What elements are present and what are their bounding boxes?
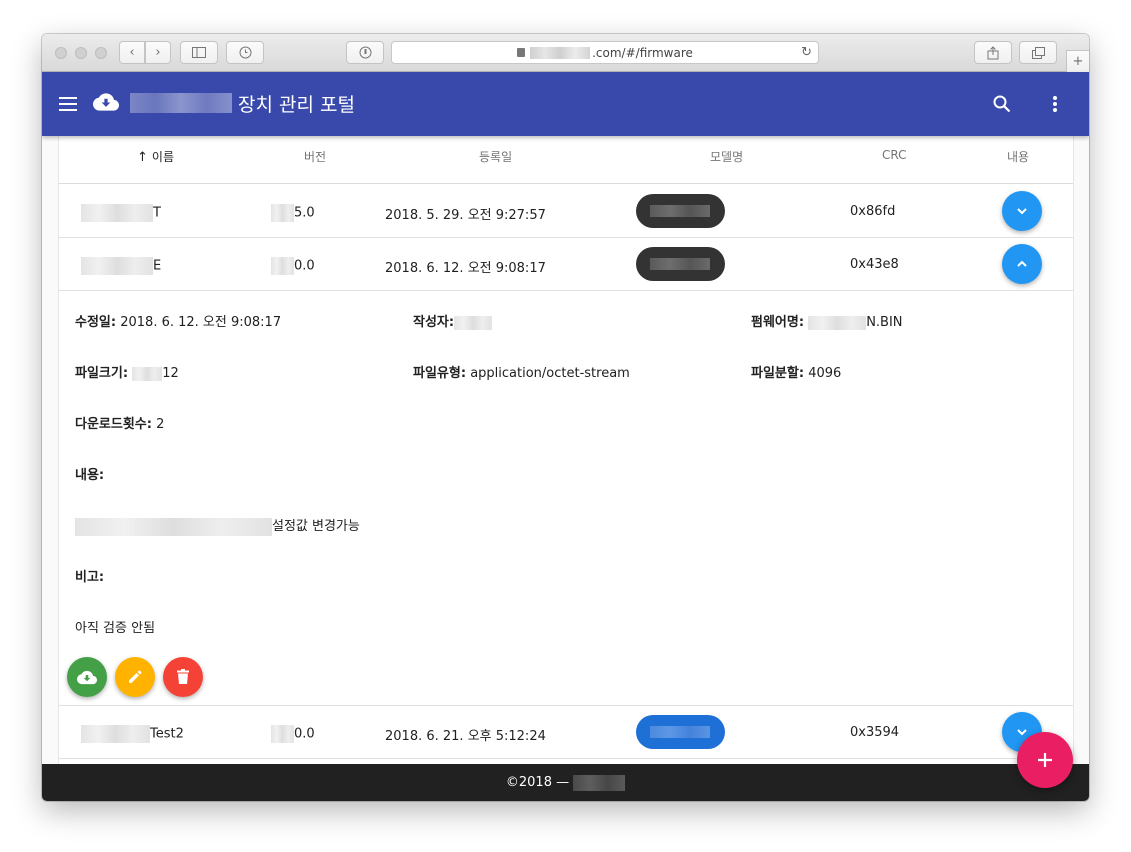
column-header-version[interactable]: 버전: [304, 148, 326, 165]
share-icon: [987, 45, 999, 59]
lock-icon: [517, 48, 526, 57]
tabs-icon: [1031, 46, 1045, 59]
note-text: 아직 검증 안됨: [75, 621, 156, 636]
table-row[interactable]: T 5.0 2018. 5. 29. 오전 9:27:57 0x86fd: [59, 185, 1073, 238]
chevron-down-icon: [1017, 729, 1027, 736]
chevron-up-icon: [1017, 260, 1027, 267]
expand-row-button[interactable]: [1002, 191, 1042, 231]
share-button[interactable]: [974, 41, 1012, 64]
add-firmware-button[interactable]: [1017, 732, 1073, 788]
download-button[interactable]: [67, 657, 107, 697]
registered-date: 2018. 6. 12. 오전 9:08:17: [385, 261, 546, 276]
crc-value: 0x86fd: [850, 204, 896, 219]
download-count-field: 다운로드횟수: 2: [75, 417, 165, 432]
arrow-up-icon: ↑: [137, 150, 148, 165]
firmware-version: 0.0: [271, 725, 315, 743]
firmware-name: E: [81, 257, 161, 275]
history-button[interactable]: [226, 41, 264, 64]
content-text: 설정값 변경가능: [75, 515, 360, 536]
url-text: .com/#/firmware: [592, 45, 693, 60]
file-split-field: 파일분할: 4096: [751, 366, 842, 381]
edit-button[interactable]: [115, 657, 155, 697]
privacy-report-button[interactable]: [346, 41, 384, 64]
firmware-version: 5.0: [271, 204, 315, 222]
footer-copyright: ©2018 —: [505, 775, 570, 790]
column-header-registered[interactable]: 등록일: [479, 148, 512, 165]
collapse-row-button[interactable]: [1002, 244, 1042, 284]
minimize-window-button[interactable]: [75, 47, 87, 59]
zoom-window-button[interactable]: [95, 47, 107, 59]
modified-date-field: 수정일: 2018. 6. 12. 오전 9:08:17: [75, 315, 282, 330]
firmware-name: Test2: [81, 725, 184, 743]
url-domain-redacted: [530, 46, 591, 59]
crc-value: 0x43e8: [850, 257, 899, 272]
clock-icon: [239, 46, 251, 59]
chevron-left-icon: ‹: [129, 45, 135, 60]
trash-icon: [177, 669, 189, 684]
search-icon[interactable]: [992, 94, 1012, 114]
column-header-model[interactable]: 모델명: [710, 148, 743, 165]
brand-name-redacted: [130, 93, 232, 113]
main-content: ↑ 이름 버전 등록일 모델명 CRC 내용 T 5.0 2018. 5. 29.…: [42, 136, 1089, 764]
page-title: 장치 관리 포털: [238, 94, 355, 116]
registered-date: 2018. 5. 29. 오전 9:27:57: [385, 208, 546, 223]
column-header-name[interactable]: ↑ 이름: [137, 148, 174, 165]
sidebar-icon: [192, 47, 206, 58]
address-bar[interactable]: .com/#/firmware ↻: [391, 41, 819, 64]
model-chip: [636, 194, 725, 228]
column-header-content: 내용: [1007, 150, 1030, 164]
chevron-right-icon: ›: [155, 45, 161, 60]
table-row[interactable]: Test2 0.0 2018. 6. 21. 오후 5:12:24 0x3594: [59, 706, 1073, 759]
browser-window: ‹ › .com/#/firmware ↻ + 장치 관리 포털 ↑ 이름 버전…: [42, 34, 1089, 801]
back-button[interactable]: ‹: [119, 41, 145, 64]
firmware-name-field: 펌웨어명: N.BIN: [751, 315, 903, 330]
app-header: 장치 관리 포털: [42, 72, 1089, 136]
delete-button[interactable]: [163, 657, 203, 697]
page-footer: ©2018 —: [42, 764, 1089, 801]
crc-value: 0x3594: [850, 725, 900, 740]
forward-button[interactable]: ›: [145, 41, 171, 64]
registered-date: 2018. 6. 21. 오후 5:12:24: [385, 729, 546, 744]
note-label: 비고:: [75, 570, 105, 585]
table-row[interactable]: E 0.0 2018. 6. 12. 오전 9:08:17 0x43e8: [59, 238, 1073, 291]
reload-icon[interactable]: ↻: [801, 45, 812, 60]
firmware-name: T: [81, 204, 161, 222]
author-field: 작성자:: [413, 311, 493, 330]
plus-icon: +: [1072, 54, 1084, 69]
model-chip: [636, 715, 725, 749]
model-chip: [636, 247, 725, 281]
content-label: 내용:: [75, 468, 105, 483]
firmware-table-card: ↑ 이름 버전 등록일 모델명 CRC 내용 T 5.0 2018. 5. 29.…: [58, 136, 1074, 764]
cloud-download-icon: [93, 93, 119, 111]
tabs-overview-button[interactable]: [1019, 41, 1057, 64]
file-size-field: 파일크기: 12: [75, 366, 179, 381]
shield-icon: [359, 46, 371, 59]
firmware-detail-panel: 수정일: 2018. 6. 12. 오전 9:08:17 작성자: 펌웨어명: …: [59, 293, 1073, 706]
plus-icon: [1038, 753, 1052, 767]
menu-icon[interactable]: [59, 97, 77, 111]
table-header: ↑ 이름 버전 등록일 모델명 CRC 내용: [59, 136, 1073, 184]
close-window-button[interactable]: [55, 47, 67, 59]
new-tab-button[interactable]: +: [1066, 50, 1089, 72]
more-vert-icon[interactable]: [1053, 96, 1057, 114]
pencil-icon: [129, 670, 142, 683]
chevron-down-icon: [1017, 208, 1027, 215]
sidebar-button[interactable]: [180, 41, 218, 64]
footer-owner-redacted: [573, 774, 626, 791]
file-type-field: 파일유형: application/octet-stream: [413, 366, 630, 381]
firmware-version: 0.0: [271, 257, 315, 275]
browser-toolbar: ‹ › .com/#/firmware ↻ +: [42, 34, 1089, 72]
cloud-download-icon: [77, 670, 97, 684]
column-header-crc[interactable]: CRC: [882, 148, 907, 162]
